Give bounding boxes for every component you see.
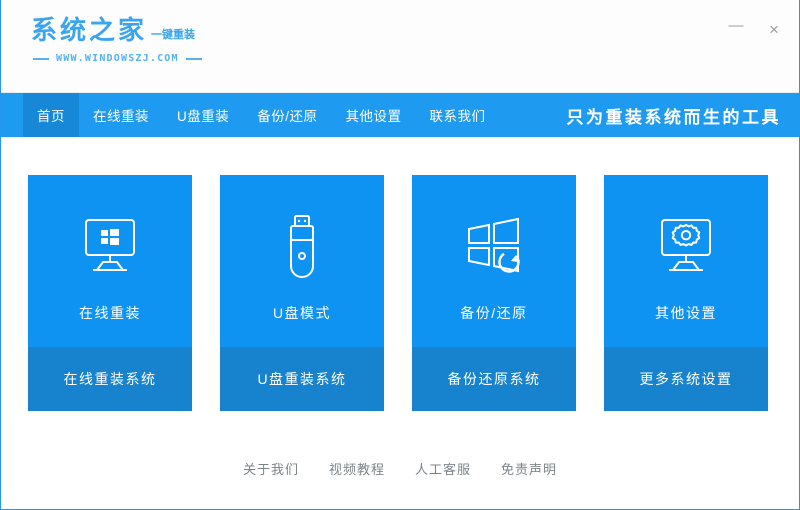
footer-link-about-us[interactable]: 关于我们 — [243, 459, 299, 478]
nav-item-home[interactable]: 首页 — [23, 93, 79, 137]
logo-brand-name: 系统之家 — [31, 16, 148, 46]
feature-card-grid: 在线重装 在线重装系统 U盘模式 U盘重装系统 备份/还原 备份还原系统 其他设… — [28, 175, 768, 411]
card-body: 其他设置 — [604, 175, 768, 347]
windows-restore-icon — [463, 207, 525, 285]
nav-slogan: 只为重装系统而生的工具 — [566, 107, 781, 127]
footer-links: 关于我们 视频教程 人工客服 免责声明 — [1, 459, 799, 478]
nav-items: 首页 在线重装 U盘重装 备份/还原 其他设置 联系我们 — [23, 93, 500, 137]
logo-text-row: 系统之家 一键重装 — [31, 18, 291, 44]
close-button[interactable]: × — [763, 18, 785, 40]
card-backup-restore[interactable]: 备份/还原 备份还原系统 — [412, 175, 576, 411]
title-bar: 系统之家 一键重装 WWW.WINDOWSZJ.COM — × — [1, 0, 799, 93]
card-footer-label: 更多系统设置 — [604, 347, 768, 411]
card-title: 备份/还原 — [460, 305, 528, 321]
nav-item-other-settings[interactable]: 其他设置 — [332, 93, 416, 137]
nav-item-contact-us[interactable]: 联系我们 — [416, 93, 500, 137]
usb-drive-icon — [282, 207, 322, 285]
card-footer-label: 备份还原系统 — [412, 347, 576, 411]
nav-item-backup-restore[interactable]: 备份/还原 — [243, 93, 331, 137]
card-other-settings[interactable]: 其他设置 更多系统设置 — [604, 175, 768, 411]
logo-website-url: WWW.WINDOWSZJ.COM — [56, 53, 179, 64]
main-content: 在线重装 在线重装系统 U盘模式 U盘重装系统 备份/还原 备份还原系统 其他设… — [1, 137, 799, 508]
card-online-reinstall[interactable]: 在线重装 在线重装系统 — [28, 175, 192, 411]
monitor-windows-icon — [79, 207, 141, 285]
monitor-gear-icon — [655, 207, 717, 285]
card-footer-label: U盘重装系统 — [220, 347, 384, 411]
card-body: U盘模式 — [220, 175, 384, 347]
app-window: 系统之家 一键重装 WWW.WINDOWSZJ.COM — × 首页 在线重装 … — [0, 0, 800, 510]
app-logo: 系统之家 一键重装 WWW.WINDOWSZJ.COM — [31, 18, 291, 64]
card-title: 在线重装 — [79, 305, 141, 321]
footer-link-video-tutorial[interactable]: 视频教程 — [329, 459, 385, 478]
logo-url-row: WWW.WINDOWSZJ.COM — [31, 53, 291, 64]
card-usb-mode[interactable]: U盘模式 U盘重装系统 — [220, 175, 384, 411]
card-footer-label: 在线重装系统 — [28, 347, 192, 411]
logo-tagline: 一键重装 — [151, 28, 196, 41]
window-controls: — × — [725, 18, 785, 40]
logo-dash-left-icon — [33, 57, 49, 60]
nav-item-usb-reinstall[interactable]: U盘重装 — [163, 93, 243, 137]
footer-link-disclaimer[interactable]: 免责声明 — [501, 459, 557, 478]
card-body: 在线重装 — [28, 175, 192, 347]
card-title: U盘模式 — [272, 305, 332, 321]
card-body: 备份/还原 — [412, 175, 576, 347]
card-title: 其他设置 — [655, 305, 717, 321]
footer-link-customer-service[interactable]: 人工客服 — [415, 459, 471, 478]
main-navigation-bar: 首页 在线重装 U盘重装 备份/还原 其他设置 联系我们 只为重装系统而生的工具 — [1, 93, 799, 137]
logo-dash-right-icon — [185, 57, 202, 60]
minimize-button[interactable]: — — [725, 18, 747, 40]
nav-item-online-reinstall[interactable]: 在线重装 — [79, 93, 163, 137]
